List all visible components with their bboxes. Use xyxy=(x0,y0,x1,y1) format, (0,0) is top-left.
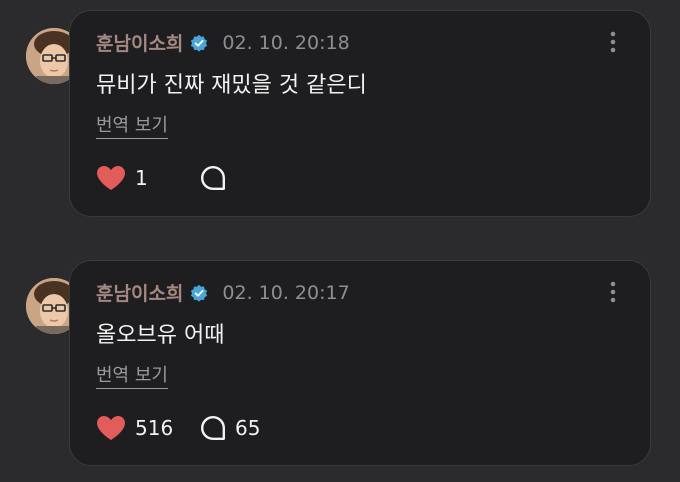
post-card: 훈남이소희 02. 10. 20:18 뮤비가 진짜 재밌을 것 같은디 번역 … xyxy=(69,10,651,217)
post-text: 뮤비가 진짜 재밌을 것 같은디 xyxy=(96,73,367,98)
more-vertical-icon[interactable] xyxy=(610,281,616,303)
post-header: 훈남이소희 02. 10. 20:17 xyxy=(96,279,350,306)
comment-button[interactable] xyxy=(200,165,235,191)
heart-icon xyxy=(97,166,125,190)
post-card: 훈남이소희 02. 10. 20:17 올오브유 어때 번역 보기 516 65 xyxy=(69,260,651,466)
post-timestamp: 02. 10. 20:18 xyxy=(222,31,350,54)
comment-button[interactable]: 65 xyxy=(200,415,260,441)
translate-link[interactable]: 번역 보기 xyxy=(96,111,168,139)
verified-badge-icon xyxy=(191,34,208,52)
like-count: 1 xyxy=(135,166,148,190)
more-vertical-icon[interactable] xyxy=(610,31,616,53)
translate-link[interactable]: 번역 보기 xyxy=(96,361,168,389)
comment-bubble-icon xyxy=(201,166,225,190)
verified-badge-icon xyxy=(191,284,208,302)
post-feed: 훈남이소희 02. 10. 20:18 뮤비가 진짜 재밌을 것 같은디 번역 … xyxy=(0,0,680,482)
author-name[interactable]: 훈남이소희 xyxy=(96,279,183,306)
like-button[interactable]: 516 xyxy=(96,415,200,441)
comment-bubble-icon xyxy=(201,416,225,440)
like-count: 516 xyxy=(135,416,174,440)
author-name[interactable]: 훈남이소희 xyxy=(96,29,183,56)
post-timestamp: 02. 10. 20:17 xyxy=(222,281,350,304)
post-header: 훈남이소희 02. 10. 20:18 xyxy=(96,29,350,56)
post-actions: 1 xyxy=(96,165,235,191)
post-actions: 516 65 xyxy=(96,415,260,441)
heart-icon xyxy=(97,416,125,440)
like-button[interactable]: 1 xyxy=(96,165,200,191)
post-text: 올오브유 어때 xyxy=(96,323,225,348)
comment-count: 65 xyxy=(235,416,261,440)
